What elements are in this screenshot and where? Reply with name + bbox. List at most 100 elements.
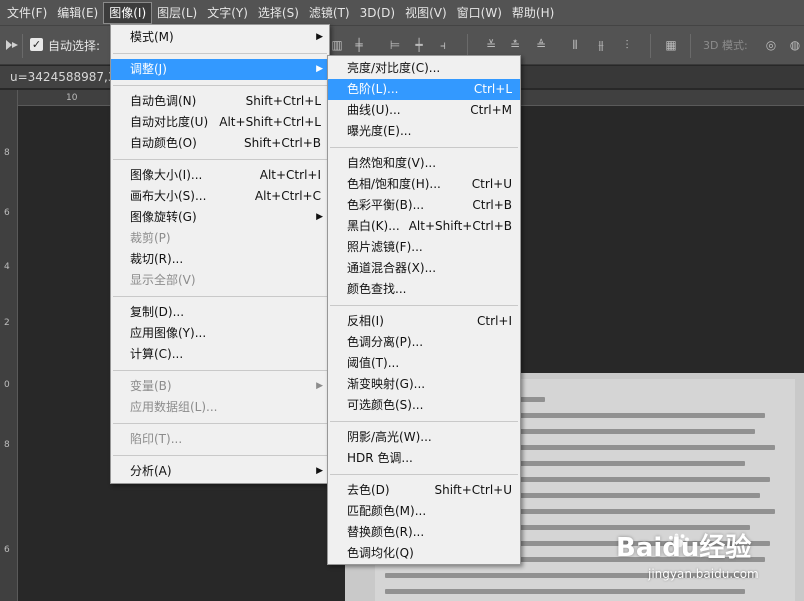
menu-item[interactable]: 曝光度(E)...: [328, 121, 520, 142]
menu-item-shortcut: Alt+Shift+Ctrl+B: [408, 219, 512, 233]
menu-item[interactable]: 色相/饱和度(H)... Ctrl+U: [328, 174, 520, 195]
menu-item-label: 自然饱和度(V)...: [347, 156, 437, 170]
align-top-icon[interactable]: ▥: [330, 38, 344, 52]
menu-item[interactable]: HDR 色调...: [328, 448, 520, 469]
menu-item: 显示全部(V): [111, 270, 329, 291]
align-right-icon[interactable]: ⫞: [436, 38, 450, 52]
menu-9[interactable]: 窗口(W): [452, 2, 507, 24]
distribute-vcenter-icon[interactable]: ≛: [508, 38, 522, 52]
menu-4[interactable]: 文字(Y): [202, 2, 253, 24]
auto-align-icon[interactable]: ▦: [664, 38, 678, 52]
menu-item[interactable]: 自动对比度(U) Alt+Shift+Ctrl+L: [111, 112, 329, 133]
menu-item-label: 色阶(L)...: [347, 82, 399, 96]
menu-item[interactable]: 替换颜色(R)...: [328, 522, 520, 543]
align-vcenter-icon[interactable]: ╪: [352, 38, 366, 52]
menu-divider: [330, 474, 518, 475]
menu-divider: [330, 147, 518, 148]
watermark-brand: Baidu经验: [616, 533, 752, 563]
menu-item-shortcut: Shift+Ctrl+L: [245, 94, 321, 108]
menu-2[interactable]: 图像(I): [103, 1, 153, 24]
menu-item[interactable]: 裁切(R)...: [111, 249, 329, 270]
submenu-arrow-icon: ▶: [316, 32, 323, 42]
menu-8[interactable]: 视图(V): [400, 2, 452, 24]
menu-divider: [113, 370, 327, 371]
menu-item-label: 裁剪(P): [130, 231, 171, 245]
ruler-tick-label: 2: [4, 318, 10, 328]
move-tool-icon[interactable]: [6, 40, 18, 50]
menu-item[interactable]: 复制(D)...: [111, 302, 329, 323]
menu-item-shortcut: Alt+Ctrl+C: [254, 189, 321, 203]
mode-3d-label: 3D 模式:: [703, 39, 748, 52]
menu-item[interactable]: 调整(J) ▶: [111, 59, 329, 80]
menu-item[interactable]: 画布大小(S)... Alt+Ctrl+C: [111, 186, 329, 207]
menu-item-label: 通道混合器(X)...: [347, 261, 437, 275]
menu-item[interactable]: 曲线(U)... Ctrl+M: [328, 100, 520, 121]
menu-item-shortcut: Ctrl+L: [473, 82, 512, 96]
menu-10[interactable]: 帮助(H): [507, 2, 559, 24]
menu-item-label: 色调分离(P)...: [347, 335, 424, 349]
menu-item[interactable]: 色调分离(P)...: [328, 332, 520, 353]
menu-item-label: 去色(D): [347, 483, 390, 497]
distribute-left-icon[interactable]: ⫴: [568, 38, 582, 52]
menu-item[interactable]: 图像大小(I)... Alt+Ctrl+I: [111, 165, 329, 186]
menu-3[interactable]: 图层(L): [152, 2, 202, 24]
menu-item[interactable]: 阴影/高光(W)...: [328, 427, 520, 448]
menu-item[interactable]: 自然饱和度(V)...: [328, 153, 520, 174]
distribute-right-icon[interactable]: ⫶: [620, 38, 634, 52]
menu-item-label: 亮度/对比度(C)...: [347, 61, 441, 75]
auto-select-checkbox[interactable]: ✓: [30, 38, 43, 51]
menu-item[interactable]: 渐变映射(G)...: [328, 374, 520, 395]
menu-item[interactable]: 亮度/对比度(C)...: [328, 58, 520, 79]
menu-item[interactable]: 自动色调(N) Shift+Ctrl+L: [111, 91, 329, 112]
vertical-ruler: 8 6 4 2 0 8 6: [0, 90, 18, 601]
menu-item[interactable]: 颜色查找...: [328, 279, 520, 300]
menu-5[interactable]: 选择(S): [253, 2, 304, 24]
menu-7[interactable]: 3D(D): [355, 2, 400, 24]
menu-item-label: 照片滤镜(F)...: [347, 240, 423, 254]
menu-item[interactable]: 自动颜色(O) Shift+Ctrl+B: [111, 133, 329, 154]
menu-item-label: 自动颜色(O): [130, 136, 197, 150]
menu-item-label: 渐变映射(G)...: [347, 377, 426, 391]
menu-item-shortcut: Alt+Shift+Ctrl+L: [219, 115, 321, 129]
distribute-hcenter-icon[interactable]: ⫵: [594, 38, 608, 52]
menu-divider: [113, 53, 327, 54]
menu-item[interactable]: 应用图像(Y)...: [111, 323, 329, 344]
menu-item[interactable]: 匹配颜色(M)...: [328, 501, 520, 522]
menu-item[interactable]: 色调均化(Q): [328, 543, 520, 564]
align-left-icon[interactable]: ⊨: [388, 38, 402, 52]
submenu-arrow-icon: ▶: [316, 381, 323, 391]
menu-item-label: 应用图像(Y)...: [130, 326, 207, 340]
menu-item-label: 陷印(T)...: [130, 432, 183, 446]
menu-item[interactable]: 计算(C)...: [111, 344, 329, 365]
menu-item-label: 裁切(R)...: [130, 252, 184, 266]
menu-item[interactable]: 色阶(L)... Ctrl+L: [328, 79, 520, 100]
menu-item-label: 显示全部(V): [130, 273, 196, 287]
menu-item-label: 调整(J): [130, 62, 167, 76]
menu-item[interactable]: 照片滤镜(F)...: [328, 237, 520, 258]
menu-item[interactable]: 去色(D) Shift+Ctrl+U: [328, 480, 520, 501]
menu-item[interactable]: 阈值(T)...: [328, 353, 520, 374]
align-hcenter-icon[interactable]: ┿: [412, 38, 426, 52]
distribute-bottom-icon[interactable]: ≜: [534, 38, 548, 52]
menu-divider: [113, 85, 327, 86]
document-tab[interactable]: u=3424588987,3: [0, 66, 110, 88]
menu-item[interactable]: 反相(I) Ctrl+I: [328, 311, 520, 332]
menu-item[interactable]: 色彩平衡(B)... Ctrl+B: [328, 195, 520, 216]
menu-item[interactable]: 图像旋转(G) ▶: [111, 207, 329, 228]
menu-item-label: 色相/饱和度(H)...: [347, 177, 441, 191]
menu-0[interactable]: 文件(F): [2, 2, 52, 24]
distribute-top-icon[interactable]: ≚: [484, 38, 498, 52]
menu-1[interactable]: 编辑(E): [52, 2, 103, 24]
menu-item[interactable]: 模式(M) ▶: [111, 27, 329, 48]
menu-item[interactable]: 分析(A) ▶: [111, 461, 329, 482]
orbit-3d-icon[interactable]: ◎: [764, 38, 778, 52]
menu-item: 裁剪(P): [111, 228, 329, 249]
menu-item[interactable]: 通道混合器(X)...: [328, 258, 520, 279]
roll-3d-icon[interactable]: ◍: [788, 38, 802, 52]
menu-bar: 文件(F) 编辑(E) 图像(I) 图层(L) 文字(Y) 选择(S) 滤镜(T) 3D(D)…: [0, 0, 804, 25]
image-menu: 模式(M) ▶ 调整(J) ▶ 自动色调(N) Shift+Ctrl+L 自动对比度(U) A…: [110, 24, 330, 484]
menu-item[interactable]: 黑白(K)... Alt+Shift+Ctrl+B: [328, 216, 520, 237]
separator: [650, 34, 651, 58]
menu-6[interactable]: 滤镜(T): [304, 2, 355, 24]
menu-item[interactable]: 可选颜色(S)...: [328, 395, 520, 416]
